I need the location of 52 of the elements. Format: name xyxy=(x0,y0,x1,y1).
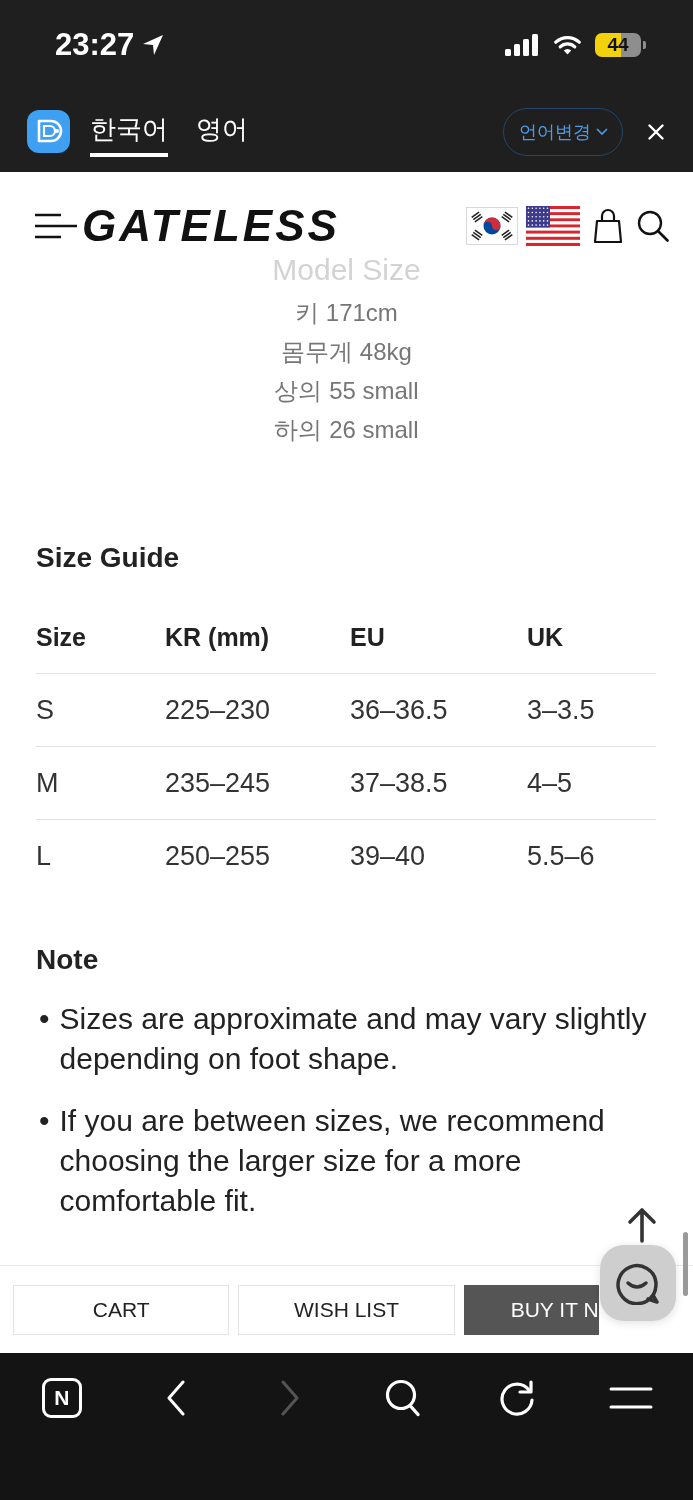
table-cell: 3–3.5 xyxy=(527,673,656,747)
note-text: If you are between sizes, we recommend choosing the larger size for a more comfortable fit. xyxy=(59,1103,606,1219)
logo-button[interactable]: N xyxy=(41,1378,82,1418)
chat-button[interactable] xyxy=(600,1245,676,1321)
app-icon[interactable] xyxy=(27,110,70,153)
table-cell: M xyxy=(36,746,165,820)
bullet-point: • xyxy=(39,1103,50,1139)
location-arrow-icon xyxy=(142,33,165,56)
table-cell: L xyxy=(36,819,165,892)
table-cell: S xyxy=(36,673,165,747)
table-header-cell: KR (mm) xyxy=(165,601,350,674)
chat-bubble-icon xyxy=(615,1261,661,1305)
model-size-line: 몸무게 48kg xyxy=(281,337,412,367)
language-tab[interactable]: 한국어 xyxy=(90,106,168,157)
cart-button[interactable]: CART xyxy=(13,1285,230,1335)
site-logo[interactable]: GATELESS xyxy=(82,204,340,248)
korea-flag-icon[interactable] xyxy=(466,207,518,245)
shopping-bag-icon[interactable] xyxy=(593,208,623,244)
language-tab[interactable]: 영어 xyxy=(196,106,248,157)
model-size-line: 키 171cm xyxy=(295,298,398,328)
close-icon[interactable] xyxy=(648,123,664,140)
table-cell: 225–230 xyxy=(165,673,350,747)
back-icon[interactable] xyxy=(165,1380,186,1416)
model-size-line: 상의 55 small xyxy=(274,376,419,406)
table-cell: 250–255 xyxy=(165,819,350,892)
search-icon[interactable] xyxy=(385,1379,422,1417)
table-cell: 39–40 xyxy=(350,819,527,892)
status-time: 23:27 xyxy=(55,26,135,63)
table-header-cell: Size xyxy=(36,601,165,674)
signal-icon xyxy=(505,33,539,56)
table-header-cell: UK xyxy=(527,601,656,674)
buy-now-button[interactable]: BUY IT N xyxy=(463,1285,599,1335)
note-title: Note xyxy=(36,943,99,977)
menu-icon[interactable] xyxy=(35,213,77,239)
note-text: Sizes are approximate and may vary slightly depending on foot shape. xyxy=(59,1001,648,1077)
model-size-line: 하의 26 small xyxy=(274,415,419,445)
wish-list-button[interactable]: WISH LIST xyxy=(238,1285,455,1335)
table-cell: 4–5 xyxy=(527,746,656,820)
usa-flag-icon[interactable] xyxy=(526,206,580,246)
table-header-cell: EU xyxy=(350,601,527,674)
size-guide-title: Size Guide xyxy=(36,541,180,575)
search-icon[interactable] xyxy=(637,210,669,242)
chevron-down-icon xyxy=(595,128,608,135)
wifi-icon xyxy=(554,34,581,55)
up-arrow-icon[interactable] xyxy=(627,1207,657,1243)
bullet-point: • xyxy=(39,1001,50,1037)
reload-icon[interactable] xyxy=(499,1380,536,1416)
table-cell: 36–36.5 xyxy=(350,673,527,747)
table-cell: 5.5–6 xyxy=(527,819,656,892)
table-cell: 235–245 xyxy=(165,746,350,820)
scrollbar-thumb xyxy=(683,1232,688,1296)
table-cell: 37–38.5 xyxy=(350,746,527,820)
